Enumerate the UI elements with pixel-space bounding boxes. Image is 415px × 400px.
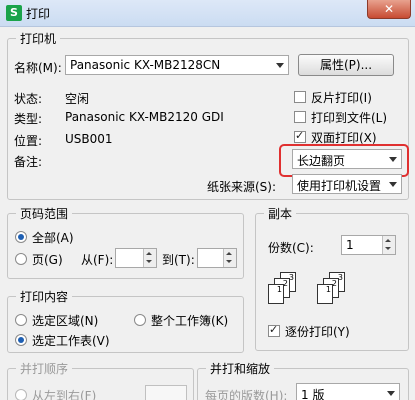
arrow-down-icon [146,260,152,263]
window-title: 打印 [26,7,51,21]
collate-pages-icon: 3 2 1 [268,272,298,306]
type-label: 类型: [14,112,43,126]
left-to-right-label: 从左到右(F) [32,389,97,400]
collate-label: 逐份打印(Y) [285,325,350,339]
wps-app-icon: S [6,5,22,21]
arrow-up-icon [146,252,152,255]
pages-per-sheet-select[interactable]: 1 版 [296,383,400,400]
spinner-buttons[interactable] [223,249,236,267]
print-dialog: S 打印 ✕ 打印机 名称(M): Panasonic KX-MB2128CN … [0,0,415,400]
print-to-file-label: 打印到文件(L) [311,111,388,125]
paper-source-label: 纸张来源(S): [207,180,277,194]
spinner-buttons[interactable] [143,249,156,267]
location-label: 位置: [14,134,43,148]
print-order-group-title: 并打顺序 [16,360,73,377]
collate-pages-icon: 3 2 1 [317,272,347,306]
copies-count-value: 1 [346,238,354,252]
chevron-down-icon [276,63,284,68]
reverse-print-label: 反片打印(I) [311,91,372,105]
page-label: 1 [276,285,282,294]
duplex-mode-value: 长边翻页 [297,154,346,168]
status-value: 空闲 [65,92,90,106]
arrow-up-icon [226,252,232,255]
selected-sheets-radio[interactable] [15,334,27,346]
type-value: Panasonic KX-MB2120 GDI [65,110,224,124]
printer-name-label: 名称(M): [14,61,62,75]
printer-group-title: 打印机 [16,30,61,47]
entire-workbook-radio[interactable] [134,314,146,326]
scale-group-title: 并打和缩放 [206,360,275,377]
page-range-group-title: 页码范围 [16,205,73,222]
duplex-print-checkbox[interactable] [294,129,306,143]
chevron-down-icon [387,391,395,396]
printer-name-select[interactable]: Panasonic KX-MB2128CN [65,55,289,75]
collate-checkbox[interactable] [268,323,280,337]
chevron-down-icon [389,157,397,162]
from-label: 从(F): [81,253,114,267]
to-label: 到(T): [162,253,195,267]
selection-radio[interactable] [15,314,27,326]
copies-group-title: 副本 [264,205,297,222]
title-bar: S 打印 ✕ [0,0,415,27]
copies-count-spinner[interactable]: 1 [341,235,396,255]
pages-per-sheet-label: 每页的版数(H): [205,389,288,400]
chevron-down-icon [389,182,397,187]
close-button[interactable]: ✕ [367,0,411,19]
arrow-down-icon [226,260,232,263]
page-range-all-label: 全部(A) [32,231,74,245]
page-range-pages-label: 页(G) [32,253,63,267]
selection-label: 选定区域(N) [32,314,99,328]
selected-sheets-label: 选定工作表(V) [32,334,110,348]
page-range-pages-radio[interactable] [15,253,27,265]
left-to-right-radio[interactable] [15,389,27,400]
reverse-print-checkbox[interactable] [294,91,306,103]
comment-label: 备注: [14,155,43,169]
print-to-file-checkbox[interactable] [294,111,306,123]
page-range-group: 页码范围 [7,205,244,279]
paper-source-select[interactable]: 使用打印机设置 [292,174,402,194]
location-value: USB001 [65,132,113,146]
print-content-group-title: 打印内容 [16,288,73,305]
entire-workbook-label: 整个工作簿(K) [151,314,229,328]
spinner-buttons[interactable] [382,236,395,254]
arrow-down-icon [385,247,391,250]
duplex-mode-select[interactable]: 长边翻页 [292,149,402,169]
paper-source-value: 使用打印机设置 [297,179,382,193]
order-preview-box [145,385,187,400]
arrow-up-icon [385,239,391,242]
from-page-spinner[interactable] [115,248,157,268]
status-label: 状态: [14,92,43,106]
printer-name-value: Panasonic KX-MB2128CN [70,58,221,72]
copies-count-label: 份数(C): [268,241,314,255]
page-label: 1 [325,285,331,294]
page-range-all-radio[interactable] [15,231,27,243]
to-page-spinner[interactable] [197,248,237,268]
properties-button[interactable]: 属性(P)... [298,54,394,76]
pages-per-sheet-value: 1 版 [301,388,325,400]
